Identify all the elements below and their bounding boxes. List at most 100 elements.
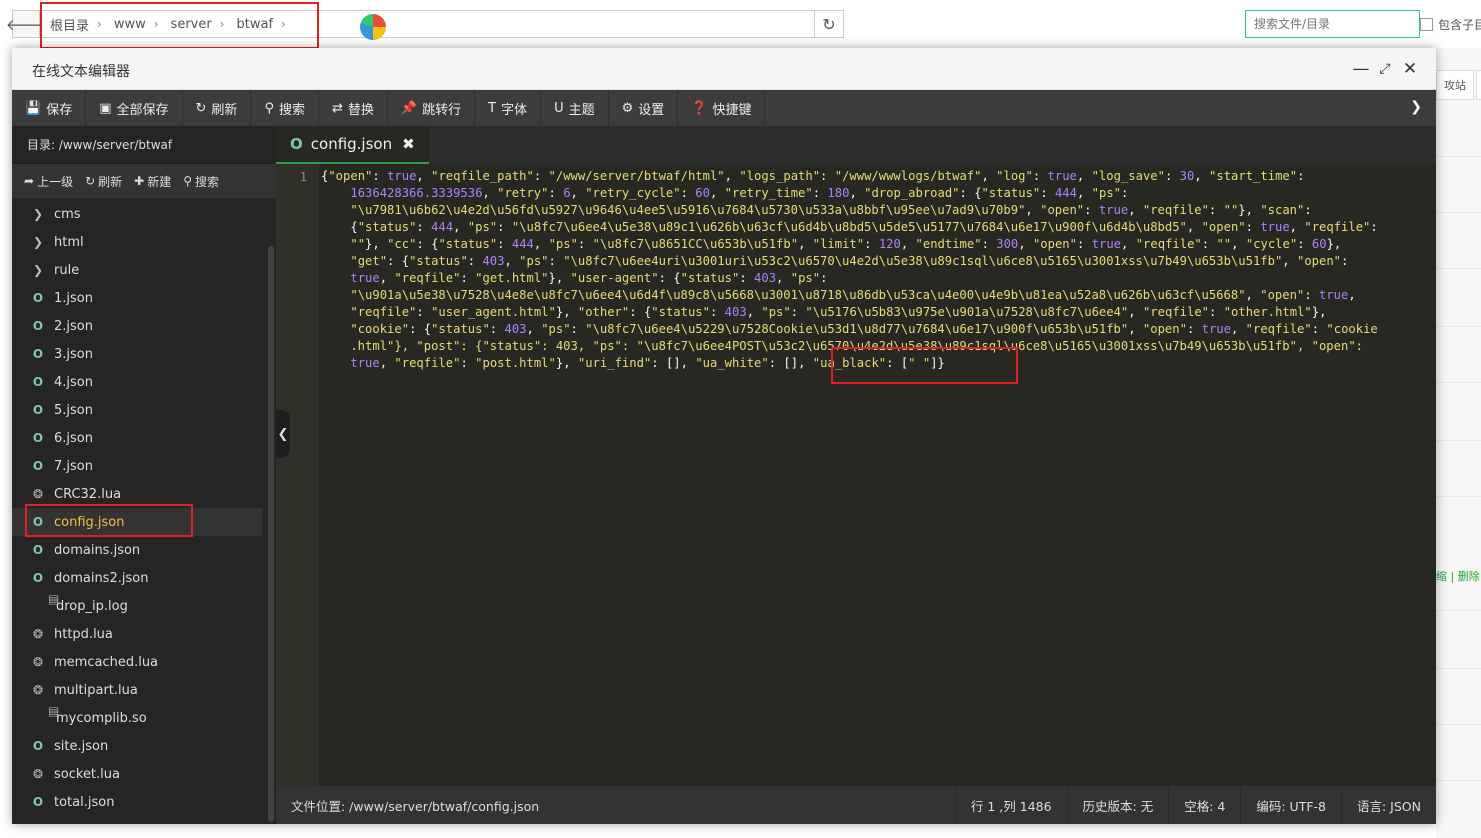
json-file-icon: O bbox=[32, 543, 44, 557]
background-row-actions[interactable]: 缩 | 删除 bbox=[1436, 568, 1481, 584]
divider bbox=[1436, 268, 1481, 269]
status-cursor[interactable]: 行 1 ,列 1486 bbox=[954, 786, 1067, 824]
file-name: total.json bbox=[54, 794, 115, 810]
maximize-icon[interactable]: ⤢ bbox=[1374, 58, 1396, 80]
breadcrumb-item[interactable]: server bbox=[171, 17, 212, 32]
file-item[interactable]: O 1.json bbox=[12, 284, 262, 312]
file-name: rule bbox=[54, 262, 80, 278]
file-item[interactable]: ▤ drop_ip.log bbox=[12, 592, 262, 620]
file-item[interactable]: Ototal.json bbox=[12, 788, 262, 816]
goto-line-button[interactable]: 📌 跳转行 bbox=[388, 90, 476, 126]
font-button[interactable]: T 字体 bbox=[475, 90, 542, 126]
file-item[interactable]: Odomains.json bbox=[12, 536, 262, 564]
include-subdir-label: 包含子目录 bbox=[1438, 17, 1481, 32]
file-item[interactable]: ❂ memcached.lua bbox=[12, 648, 262, 676]
file-file-icon: ▤ bbox=[48, 704, 60, 718]
folder-item[interactable]: ❯ html bbox=[12, 228, 262, 256]
save-button[interactable]: 💾 保存 bbox=[12, 90, 87, 126]
save-all-button[interactable]: ▣ 全部保存 bbox=[86, 90, 183, 126]
status-history[interactable]: 历史版本: 无 bbox=[1066, 786, 1169, 824]
up-level-button[interactable]: ➦ 上一级 bbox=[24, 173, 73, 190]
lua-file-icon: ❂ bbox=[32, 767, 44, 781]
status-encoding[interactable]: 编码: UTF-8 bbox=[1240, 786, 1341, 824]
settings-button[interactable]: ⚙ 设置 bbox=[609, 90, 679, 126]
sidebar-collapse-handle[interactable]: ❮ bbox=[276, 410, 290, 458]
code-line: "\u7981\u6b62\u4e2d\u56fd\u5927\u9646\u4… bbox=[350, 203, 1312, 217]
file-item[interactable]: ❂ httpd.lua bbox=[12, 620, 262, 648]
json-file-icon: O bbox=[32, 291, 44, 305]
file-item[interactable]: Oconfig.json bbox=[12, 508, 262, 536]
theme-button[interactable]: U 主题 bbox=[541, 90, 609, 126]
chevron-right-icon: ❯ bbox=[32, 235, 44, 249]
file-item[interactable]: O 2.json bbox=[12, 312, 262, 340]
breadcrumb[interactable]: 根目录 › www › server › btwaf › bbox=[40, 10, 815, 38]
search-input[interactable] bbox=[1245, 10, 1420, 38]
folder-item[interactable]: ❯ rule bbox=[12, 256, 262, 284]
background-tab-2[interactable] bbox=[1476, 70, 1481, 100]
file-name: drop_ip.log bbox=[56, 598, 128, 614]
background-panel bbox=[1436, 48, 1481, 838]
shortcuts-button[interactable]: ❓ 快捷键 bbox=[678, 90, 766, 126]
file-name: domains2.json bbox=[54, 570, 149, 586]
chevron-left-icon: ❮ bbox=[277, 426, 289, 442]
code-content[interactable]: {"open": true, "reqfile_path": "/www/ser… bbox=[321, 168, 1433, 372]
file-item[interactable]: O 6.json bbox=[12, 424, 262, 452]
background-tab[interactable]: 攻站 bbox=[1436, 70, 1474, 100]
file-item[interactable]: O 4.json bbox=[12, 368, 262, 396]
lua-file-icon: ❂ bbox=[32, 487, 44, 501]
include-subdir-option[interactable]: 包含子目录 bbox=[1420, 10, 1481, 38]
minimize-icon[interactable]: — bbox=[1350, 58, 1372, 80]
share-icon: ➦ bbox=[24, 174, 35, 188]
json-file-icon: O bbox=[32, 739, 44, 753]
close-tab-icon[interactable]: ✖ bbox=[402, 135, 415, 153]
refresh-path-button[interactable]: ↻ bbox=[814, 10, 844, 38]
sidebar-refresh-button[interactable]: ↻ 刷新 bbox=[85, 173, 122, 190]
file-item[interactable]: ▤ mycomplib.so bbox=[12, 704, 262, 732]
file-item[interactable]: Odomains2.json bbox=[12, 564, 262, 592]
file-item[interactable]: ❂ socket.lua bbox=[12, 760, 262, 788]
replace-icon: ⇄ bbox=[331, 100, 343, 116]
sidebar-search-button[interactable]: ⚲ 搜索 bbox=[183, 173, 219, 190]
chevron-right-icon: ❯ bbox=[32, 207, 44, 221]
help-icon: ❓ bbox=[691, 100, 708, 116]
sidebar-scrollbar[interactable] bbox=[268, 246, 274, 822]
breadcrumb-item[interactable]: btwaf bbox=[237, 17, 274, 32]
file-item[interactable]: O 7.json bbox=[12, 452, 262, 480]
file-name: multipart.lua bbox=[54, 682, 138, 698]
file-name: domains.json bbox=[54, 542, 141, 558]
file-item[interactable]: Osite.json bbox=[12, 732, 262, 760]
new-file-button[interactable]: ✚ 新建 bbox=[134, 173, 171, 190]
search-button[interactable]: ⚲ 搜索 bbox=[251, 90, 319, 126]
search-icon: ⚲ bbox=[264, 100, 274, 116]
file-name: socket.lua bbox=[54, 766, 120, 782]
line-number: 1 bbox=[299, 170, 307, 184]
json-file-icon: O bbox=[32, 375, 44, 389]
breadcrumb-item[interactable]: www bbox=[114, 17, 146, 32]
file-item[interactable]: O 3.json bbox=[12, 340, 262, 368]
status-file-path: 文件位置: /www/server/btwaf/config.json bbox=[291, 798, 540, 814]
chevron-right-icon: › bbox=[281, 17, 286, 31]
back-button[interactable]: 🡐 bbox=[6, 10, 46, 38]
code-area[interactable]: 1 {"open": true, "reqfile_path": "/www/s… bbox=[276, 164, 1436, 786]
directory-actions: ➦ 上一级 ↻ 刷新 ✚ 新建 ⚲ 搜索 bbox=[12, 164, 276, 198]
refresh-button[interactable]: ↻ 刷新 bbox=[183, 90, 252, 126]
status-language[interactable]: 语言: JSON bbox=[1341, 786, 1436, 824]
close-icon[interactable]: ✕ bbox=[1399, 58, 1421, 80]
include-subdir-checkbox[interactable] bbox=[1420, 17, 1433, 31]
divider bbox=[1436, 610, 1481, 611]
file-item[interactable]: ❂ CRC32.lua bbox=[12, 480, 262, 508]
search-icon: ⚲ bbox=[183, 174, 193, 188]
lua-file-icon: ❂ bbox=[32, 655, 44, 669]
file-item[interactable]: O 5.json bbox=[12, 396, 262, 424]
tab-config-json[interactable]: O config.json ✖ bbox=[276, 126, 429, 164]
chevron-down-icon[interactable]: ❯ bbox=[1410, 99, 1422, 115]
json-file-icon: O bbox=[32, 319, 44, 333]
divider bbox=[1436, 780, 1481, 781]
breadcrumb-item[interactable]: 根目录 bbox=[50, 15, 89, 34]
folder-item[interactable]: ❯ cms bbox=[12, 200, 262, 228]
status-indent[interactable]: 空格: 4 bbox=[1168, 786, 1240, 824]
replace-button[interactable]: ⇄ 替换 bbox=[319, 90, 388, 126]
directory-label: 目录: /www/server/btwaf bbox=[12, 126, 276, 164]
file-item[interactable]: ❂ multipart.lua bbox=[12, 676, 262, 704]
file-name: site.json bbox=[54, 738, 109, 754]
